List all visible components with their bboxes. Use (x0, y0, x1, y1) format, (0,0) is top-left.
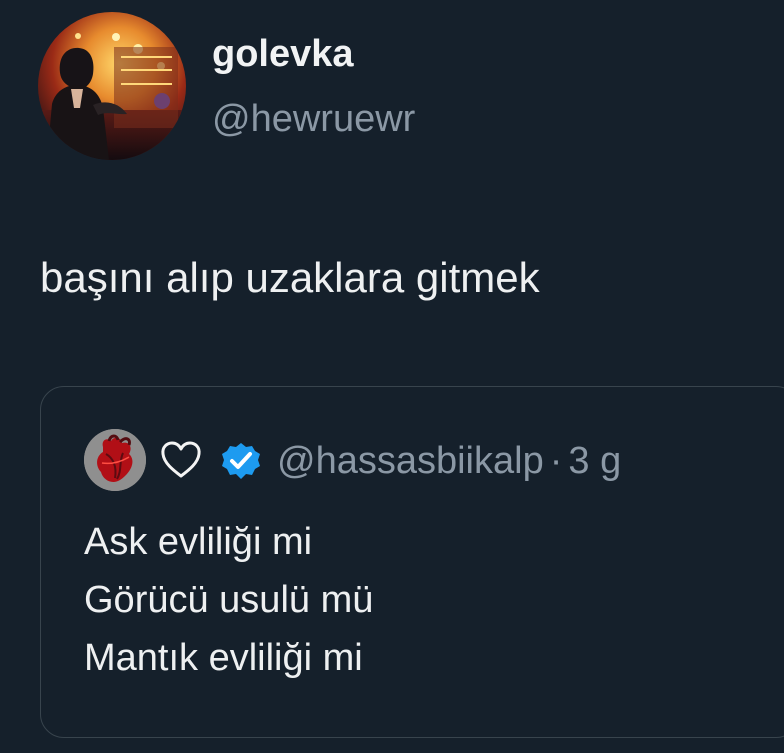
quoted-handle-text[interactable]: @hassasbiikalp (277, 440, 544, 482)
author-avatar[interactable] (38, 12, 186, 160)
quoted-text-line: Görücü usulü mü (84, 579, 374, 621)
quoted-author-handle[interactable]: @hassasbiikalp · 3 g (277, 437, 621, 485)
author-display-name[interactable]: golevka (212, 30, 354, 78)
quoted-text-line: Ask evliliği mi (84, 521, 313, 563)
quoted-text-line: Mantık evliliği mi (84, 637, 363, 679)
quoted-tweet-card[interactable]: @hassasbiikalp · 3 g Ask evliliği mi Görüc… (40, 386, 784, 738)
quoted-author-avatar[interactable] (84, 429, 146, 491)
tweet: golevka @hewruewr başını alıp uzaklara g… (0, 0, 784, 753)
quoted-tweet-text: Ask evliliği mi Görücü usulü mü Mantık e… (84, 513, 373, 687)
tweet-text: başını alıp uzaklara gitmek (40, 254, 540, 301)
verified-badge-icon (222, 443, 260, 479)
author-handle[interactable]: @hewruewr (212, 95, 415, 143)
meta-separator: · (549, 440, 563, 482)
heart-icon (161, 441, 201, 478)
profile-photo-icon (38, 12, 186, 160)
anatomical-heart-avatar-icon (84, 429, 146, 491)
quoted-time[interactable]: 3 g (568, 440, 621, 482)
